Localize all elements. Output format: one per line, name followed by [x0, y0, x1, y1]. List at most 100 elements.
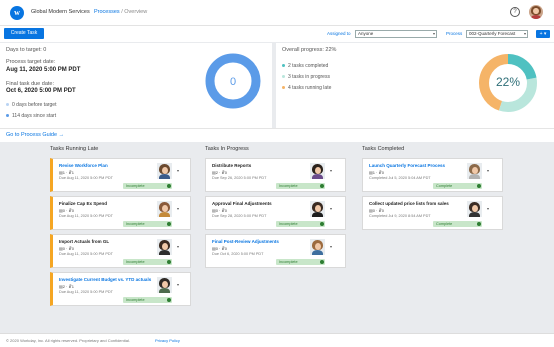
chevron-down-icon[interactable]: ▾	[177, 244, 179, 249]
task-title[interactable]: Final Post-Review Adjustments	[212, 239, 279, 244]
breadcrumb-current: Overview	[124, 9, 148, 15]
status-text: Incomplete	[279, 222, 298, 226]
chevron-down-icon[interactable]: ▾	[177, 206, 179, 211]
assignee-avatar[interactable]	[157, 201, 172, 217]
task-card[interactable]: Approval Final Adjustments ▤0 · ☧0 Due Sep…	[205, 196, 346, 230]
chevron-down-icon: ▾	[432, 31, 435, 36]
task-counts: ▤0 · ☧0	[59, 246, 74, 251]
chevron-down-icon[interactable]: ▾	[330, 206, 332, 211]
workday-logo[interactable]: w	[10, 6, 24, 20]
assignee-avatar[interactable]	[467, 201, 482, 217]
target-date: Aug 11, 2020 5:00 PM PDT	[6, 67, 81, 73]
in-progress-dot-icon	[282, 75, 285, 79]
completed-column-title: Tasks Completed	[362, 146, 405, 152]
status-text: Incomplete	[126, 184, 145, 188]
assignee-avatar[interactable]	[157, 163, 172, 179]
task-counts: ▤0 · ☧0	[59, 208, 74, 213]
status-dot-icon	[167, 260, 171, 264]
process-guide-link[interactable]: Go to Process Guide →	[6, 132, 64, 138]
days-to-target: Days to target: 0	[6, 47, 47, 53]
status-text: Complete	[436, 184, 453, 188]
breadcrumb: Processes / Overview	[94, 9, 147, 15]
task-counts: ▤2 · ☧0	[212, 170, 227, 175]
overall-progress: Overall progress: 22%	[282, 47, 337, 53]
chevron-down-icon[interactable]: ▾	[487, 168, 489, 173]
completed-dot-icon	[282, 64, 285, 68]
process-select[interactable]: 002-Quarterly Forecast ▾	[466, 30, 528, 38]
task-date: Completed Jul 9, 2020 8:54 AM PDT	[369, 214, 431, 218]
status-text: Incomplete	[279, 184, 298, 188]
assignee-avatar[interactable]	[310, 201, 325, 217]
status-badge: Incomplete	[123, 221, 172, 227]
add-menu-button[interactable]: + ▾	[536, 30, 550, 38]
user-avatar[interactable]	[529, 5, 543, 19]
chevron-down-icon[interactable]: ▾	[487, 206, 489, 211]
before-target-text: 0 days before target	[12, 102, 57, 108]
company-name: Global Modern Services	[31, 9, 90, 15]
target-date-label: Process target date:	[6, 59, 56, 65]
task-title[interactable]: Revise Workforce Plan	[59, 163, 108, 168]
chevron-down-icon[interactable]: ▾	[330, 244, 332, 249]
status-badge: Complete	[433, 183, 482, 189]
task-card[interactable]: Import Actuals from GL ▤0 · ☧0 Due Aug 11,…	[50, 234, 191, 268]
assignee-avatar[interactable]	[467, 163, 482, 179]
task-card[interactable]: Launch Quarterly Forecast Process ▤1 · ☧0…	[362, 158, 503, 192]
task-card[interactable]: Distribute Reports ▤2 · ☧0 Due Sep 26, 202…	[205, 158, 346, 192]
task-card[interactable]: Collect updated price lists from sales ▤0…	[362, 196, 503, 230]
chevron-down-icon: ▾	[523, 31, 526, 36]
chevron-down-icon[interactable]: ▾	[330, 168, 332, 173]
task-title[interactable]: Finalize Cap Ex Spend	[59, 201, 107, 206]
late-item: 4 tasks running late	[282, 85, 331, 91]
assigned-to-label: Assigned to	[327, 31, 351, 36]
task-title[interactable]: Collect updated price lists from sales	[369, 201, 449, 206]
task-title[interactable]: Launch Quarterly Forecast Process	[369, 163, 445, 168]
assignee-avatar[interactable]	[310, 163, 325, 179]
help-icon[interactable]: ?	[510, 7, 520, 17]
task-title[interactable]: Distribute Reports	[212, 163, 251, 168]
task-card[interactable]: Revise Workforce Plan ▤1 · ☧1 Due Aug 11, …	[50, 158, 191, 192]
task-date: Due Aug 11, 2020 5:00 PM PDT	[59, 176, 113, 180]
assignee-avatar[interactable]	[157, 239, 172, 255]
process-label: Process	[446, 31, 463, 36]
assignee-avatar[interactable]	[310, 239, 325, 255]
task-card[interactable]: Investigate Current Budget vs. YTD actua…	[50, 272, 191, 306]
task-date: Due Sep 28, 2020 5:00 PM PDT	[212, 214, 267, 218]
task-title[interactable]: Import Actuals from GL	[59, 239, 109, 244]
task-card[interactable]: Final Post-Review Adjustments ▤0 · ☧0 Due …	[205, 234, 346, 268]
in-progress-text: 3 tasks in progress	[288, 74, 330, 80]
task-counts: ▤0 · ☧0	[369, 208, 384, 213]
assignee-avatar[interactable]	[157, 277, 172, 293]
task-date: Due Aug 11, 2020 5:00 PM PDT	[59, 290, 113, 294]
task-counts: ▤0 · ☧0	[212, 246, 227, 251]
progress-panel: Overall progress: 22% 2 tasks completed …	[276, 43, 554, 128]
task-title[interactable]: Investigate Current Budget vs. YTD actua…	[59, 277, 151, 282]
bullet-dot-icon	[6, 103, 9, 107]
chevron-down-icon[interactable]: ▾	[177, 282, 179, 287]
breadcrumb-separator: /	[121, 9, 123, 15]
status-text: Complete	[436, 222, 453, 226]
since-start-text: 114 days since start	[12, 113, 57, 119]
task-title[interactable]: Approval Final Adjustments	[212, 201, 272, 206]
status-dot-icon	[320, 184, 324, 188]
final-date: Oct 6, 2020 5:00 PM PDT	[6, 88, 76, 94]
late-column-title: Tasks Running Late	[50, 146, 99, 152]
status-text: Incomplete	[126, 222, 145, 226]
status-text: Incomplete	[126, 260, 145, 264]
status-badge: Incomplete	[123, 259, 172, 265]
status-dot-icon	[320, 222, 324, 226]
create-task-button[interactable]: Create Task	[4, 28, 44, 39]
chevron-down-icon[interactable]: ▾	[177, 168, 179, 173]
task-date: Due Aug 11, 2020 5:00 PM PDT	[59, 252, 113, 256]
breadcrumb-processes-link[interactable]: Processes	[94, 9, 120, 15]
status-text: Incomplete	[279, 260, 298, 264]
status-dot-icon	[477, 184, 481, 188]
schedule-summary-panel: Days to target: 0 Process target date: A…	[0, 43, 272, 128]
task-counts: ▤2 · ☧1	[59, 284, 74, 289]
assigned-to-select[interactable]: Anyone ▾	[355, 30, 437, 38]
task-date: Completed Jul 5, 2020 5:04 AM PDT	[369, 176, 431, 180]
days-donut-value: 0	[230, 76, 236, 88]
privacy-policy-link[interactable]: Privacy Policy	[155, 338, 180, 343]
completed-item: 2 tasks completed	[282, 63, 328, 69]
progress-donut-chart: 22%	[479, 54, 537, 112]
task-card[interactable]: Finalize Cap Ex Spend ▤0 · ☧0 Due Aug 11, …	[50, 196, 191, 230]
